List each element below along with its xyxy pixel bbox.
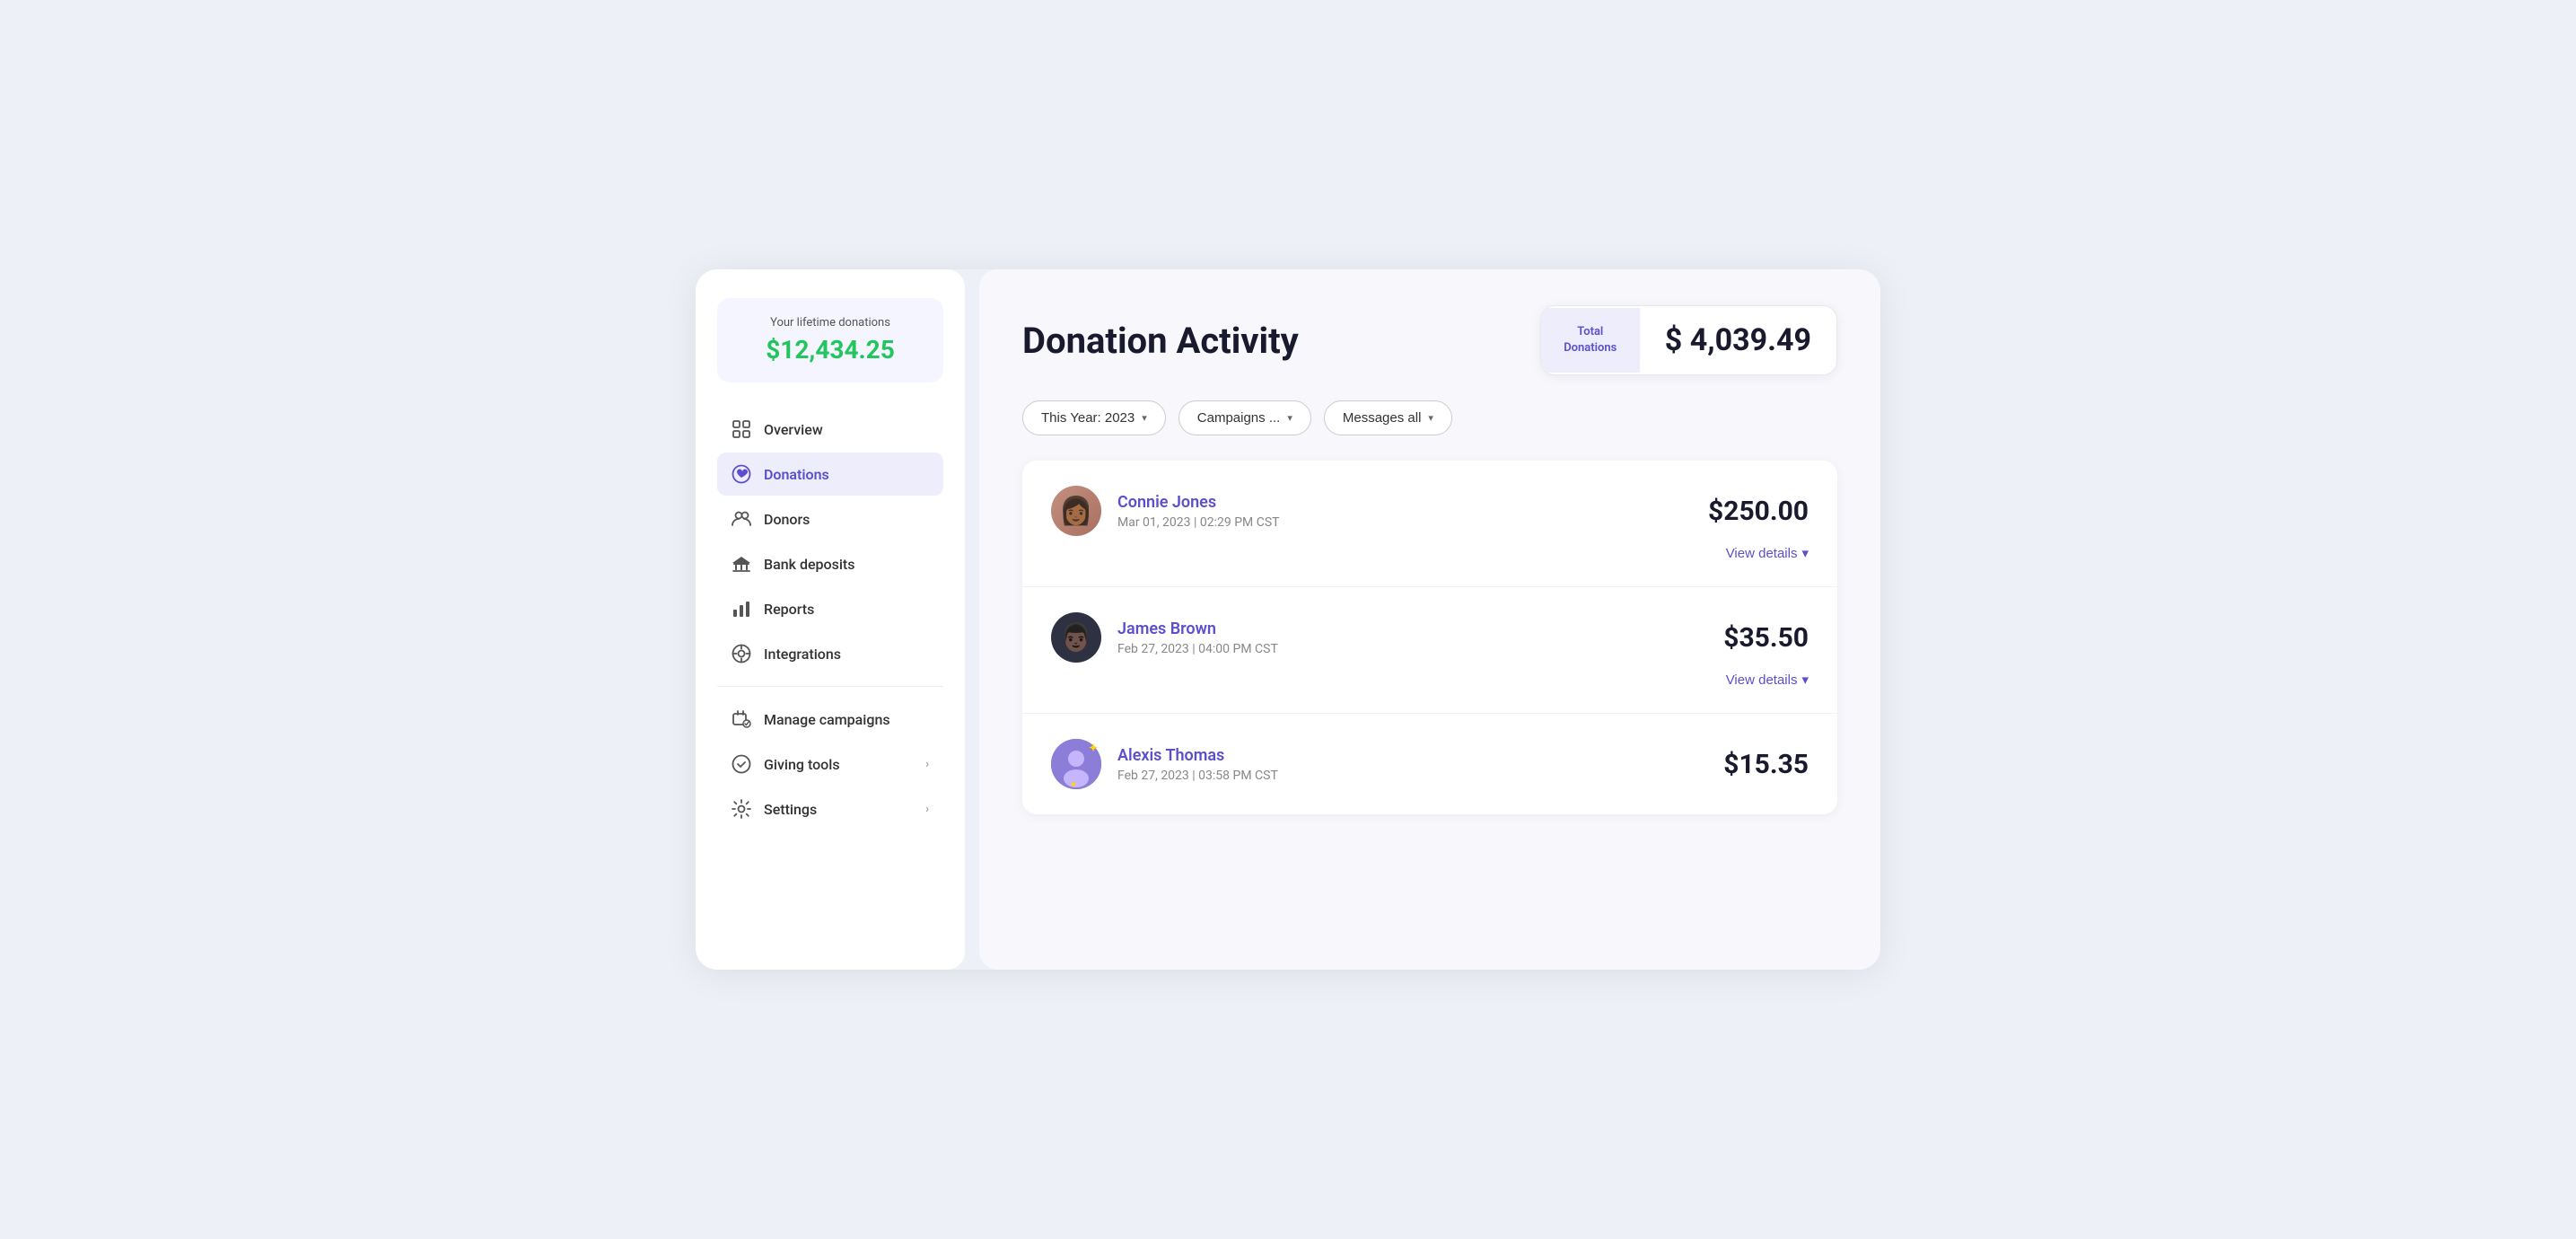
users-icon bbox=[732, 509, 751, 529]
donor-name-alexis: Alexis Thomas bbox=[1117, 746, 1278, 765]
donor-text-james: James Brown Feb 27, 2023 | 04:00 PM CST bbox=[1117, 620, 1278, 656]
page-title: Donation Activity bbox=[1022, 320, 1299, 362]
donation-amount-james: $35.50 bbox=[1723, 622, 1809, 654]
messages-filter-chevron-icon: ▾ bbox=[1428, 412, 1433, 424]
table-row: 👩🏾 Connie Jones Mar 01, 2023 | 02:29 PM … bbox=[1022, 461, 1837, 587]
lifetime-amount: $12,434.25 bbox=[737, 335, 924, 365]
grid-icon bbox=[732, 419, 751, 439]
sidebar: Your lifetime donations $12,434.25 Overv… bbox=[696, 269, 965, 970]
campaigns-filter-chevron-icon: ▾ bbox=[1287, 412, 1292, 424]
donor-date-james: Feb 27, 2023 | 04:00 PM CST bbox=[1117, 642, 1278, 656]
donor-name-james: James Brown bbox=[1117, 620, 1278, 638]
sidebar-reports-label: Reports bbox=[764, 601, 814, 618]
filters-row: This Year: 2023 ▾ Campaigns ... ▾ Messag… bbox=[1022, 400, 1837, 435]
donor-date-alexis: Feb 27, 2023 | 03:58 PM CST bbox=[1117, 769, 1278, 783]
donor-text-alexis: Alexis Thomas Feb 27, 2023 | 03:58 PM CS… bbox=[1117, 746, 1278, 783]
donor-date-connie: Mar 01, 2023 | 02:29 PM CST bbox=[1117, 515, 1280, 530]
donor-info-connie: 👩🏾 Connie Jones Mar 01, 2023 | 02:29 PM … bbox=[1051, 486, 1280, 536]
svg-text:♥: ♥ bbox=[1071, 780, 1076, 789]
sidebar-item-donors[interactable]: Donors bbox=[717, 497, 943, 540]
sidebar-integrations-label: Integrations bbox=[764, 646, 841, 663]
total-donations-card: TotalDonations $ 4,039.49 bbox=[1540, 305, 1837, 375]
donation-amount-alexis: $15.35 bbox=[1723, 749, 1809, 780]
view-details-chevron-connie: ▾ bbox=[1801, 545, 1809, 561]
view-details-button-james[interactable]: View details ▾ bbox=[1726, 672, 1809, 688]
campaigns-icon bbox=[732, 709, 751, 729]
messages-filter-button[interactable]: Messages all ▾ bbox=[1324, 400, 1452, 435]
avatar: ✦ ♥ bbox=[1051, 739, 1101, 789]
integrations-icon bbox=[732, 644, 751, 663]
sidebar-item-settings[interactable]: Settings › bbox=[717, 787, 943, 830]
total-donations-amount: $ 4,039.49 bbox=[1640, 306, 1836, 374]
nav-divider bbox=[717, 686, 943, 687]
chart-icon bbox=[732, 599, 751, 619]
total-donations-label-box: TotalDonations bbox=[1541, 308, 1640, 373]
year-filter-label: This Year: 2023 bbox=[1041, 410, 1135, 426]
svg-text:✦: ✦ bbox=[1089, 742, 1098, 754]
view-details-button-connie[interactable]: View details ▾ bbox=[1726, 545, 1809, 561]
settings-icon bbox=[732, 799, 751, 819]
donation-row-james: 👨🏿 James Brown Feb 27, 2023 | 04:00 PM C… bbox=[1051, 612, 1809, 663]
avatar: 👨🏿 bbox=[1051, 612, 1101, 663]
donor-text-connie: Connie Jones Mar 01, 2023 | 02:29 PM CST bbox=[1117, 493, 1280, 530]
sidebar-item-integrations[interactable]: Integrations bbox=[717, 632, 943, 675]
lifetime-donations-box: Your lifetime donations $12,434.25 bbox=[717, 298, 943, 382]
sidebar-manage-campaigns-label: Manage campaigns bbox=[764, 711, 890, 728]
messages-filter-label: Messages all bbox=[1343, 410, 1422, 426]
sidebar-donations-label: Donations bbox=[764, 466, 829, 483]
giving-tools-icon bbox=[732, 754, 751, 774]
total-donations-label: TotalDonations bbox=[1564, 324, 1617, 356]
sidebar-item-overview[interactable]: Overview bbox=[717, 408, 943, 451]
sidebar-nav: Overview Donations bbox=[717, 408, 943, 830]
avatar: 👩🏾 bbox=[1051, 486, 1101, 536]
donation-row-connie: 👩🏾 Connie Jones Mar 01, 2023 | 02:29 PM … bbox=[1051, 486, 1809, 536]
sidebar-item-donations[interactable]: Donations bbox=[717, 453, 943, 496]
page-header: Donation Activity TotalDonations $ 4,039… bbox=[1022, 305, 1837, 375]
donation-row-alexis: ✦ ♥ Alexis Thomas Feb 27, 2023 | 03:58 P… bbox=[1051, 739, 1809, 789]
donation-amount-connie: $250.00 bbox=[1708, 496, 1809, 527]
sidebar-item-giving-tools[interactable]: Giving tools › bbox=[717, 743, 943, 786]
heart-circle-icon bbox=[732, 464, 751, 484]
bank-icon bbox=[732, 554, 751, 574]
sidebar-item-manage-campaigns[interactable]: Manage campaigns bbox=[717, 698, 943, 741]
sidebar-item-reports[interactable]: Reports bbox=[717, 587, 943, 630]
app-container: Your lifetime donations $12,434.25 Overv… bbox=[696, 269, 1880, 970]
sidebar-item-bank-deposits[interactable]: Bank deposits bbox=[717, 542, 943, 585]
sidebar-giving-tools-label: Giving tools bbox=[764, 756, 840, 773]
main-content: Donation Activity TotalDonations $ 4,039… bbox=[979, 269, 1880, 970]
view-details-row-connie: View details ▾ bbox=[1051, 545, 1809, 561]
view-details-label-james: View details bbox=[1726, 672, 1798, 688]
sidebar-overview-label: Overview bbox=[764, 421, 823, 438]
table-row: ✦ ♥ Alexis Thomas Feb 27, 2023 | 03:58 P… bbox=[1022, 714, 1837, 814]
view-details-label-connie: View details bbox=[1726, 546, 1798, 561]
sidebar-settings-label: Settings bbox=[764, 801, 817, 818]
lifetime-label: Your lifetime donations bbox=[737, 316, 924, 330]
year-filter-button[interactable]: This Year: 2023 ▾ bbox=[1022, 400, 1166, 435]
donation-list: 👩🏾 Connie Jones Mar 01, 2023 | 02:29 PM … bbox=[1022, 461, 1837, 814]
giving-tools-chevron-icon: › bbox=[925, 758, 929, 771]
donor-info-alexis: ✦ ♥ Alexis Thomas Feb 27, 2023 | 03:58 P… bbox=[1051, 739, 1278, 789]
campaigns-filter-button[interactable]: Campaigns ... ▾ bbox=[1178, 400, 1311, 435]
year-filter-chevron-icon: ▾ bbox=[1142, 412, 1147, 424]
settings-chevron-icon: › bbox=[925, 803, 929, 816]
donor-info-james: 👨🏿 James Brown Feb 27, 2023 | 04:00 PM C… bbox=[1051, 612, 1278, 663]
table-row: 👨🏿 James Brown Feb 27, 2023 | 04:00 PM C… bbox=[1022, 587, 1837, 714]
view-details-chevron-james: ▾ bbox=[1801, 672, 1809, 688]
view-details-row-james: View details ▾ bbox=[1051, 672, 1809, 688]
donor-name-connie: Connie Jones bbox=[1117, 493, 1280, 512]
sidebar-donors-label: Donors bbox=[764, 511, 810, 528]
campaigns-filter-label: Campaigns ... bbox=[1197, 410, 1281, 426]
sidebar-bank-deposits-label: Bank deposits bbox=[764, 556, 854, 573]
